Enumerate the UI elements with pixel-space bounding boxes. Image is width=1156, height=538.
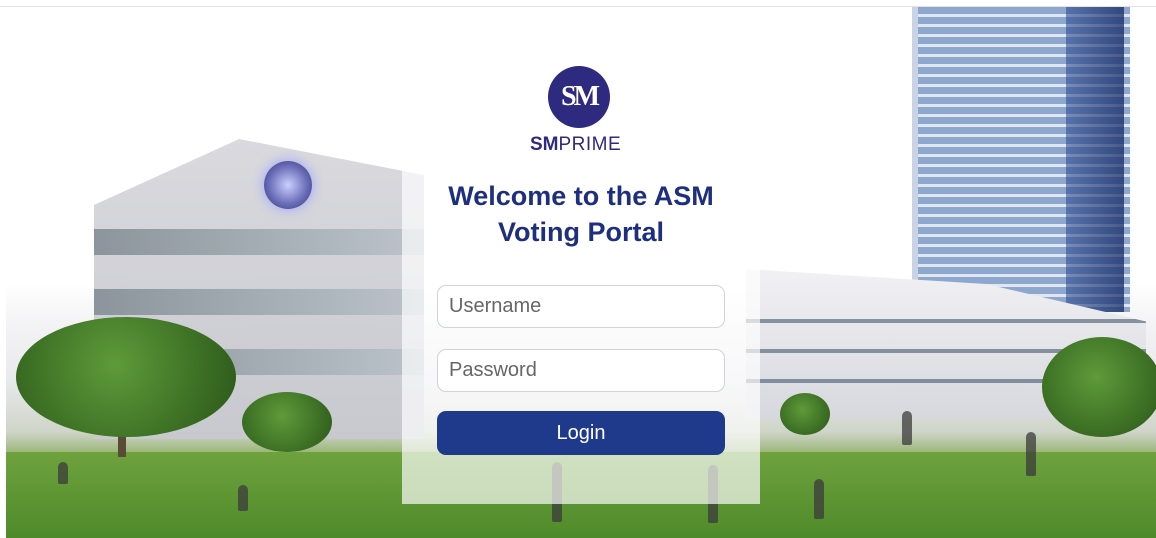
tree-left xyxy=(16,317,236,437)
login-button[interactable]: Login xyxy=(437,411,725,455)
person-silhouette xyxy=(58,462,68,484)
person-silhouette xyxy=(814,479,824,519)
tree-small xyxy=(242,392,332,452)
person-silhouette xyxy=(238,485,248,511)
title-line-1: Welcome to the ASM xyxy=(448,181,714,211)
brand-name: SMPRIME xyxy=(530,134,640,156)
page-title: Welcome to the ASM Voting Portal xyxy=(402,178,760,250)
username-field[interactable] xyxy=(437,285,725,328)
logo-mark-text: SM xyxy=(561,81,600,112)
password-field[interactable] xyxy=(437,349,725,392)
brand-bold: SM xyxy=(530,134,559,155)
brand-regular: PRIME xyxy=(558,134,622,155)
tree-right xyxy=(1042,337,1156,437)
sm-logo-icon: SM xyxy=(548,66,610,128)
tower-shade xyxy=(1066,7,1124,312)
title-line-2: Voting Portal xyxy=(498,217,664,247)
person-silhouette xyxy=(1026,432,1036,476)
building-logo-icon xyxy=(264,161,312,209)
tree-center xyxy=(780,393,830,435)
top-border xyxy=(0,0,1156,7)
person-silhouette xyxy=(902,411,912,445)
